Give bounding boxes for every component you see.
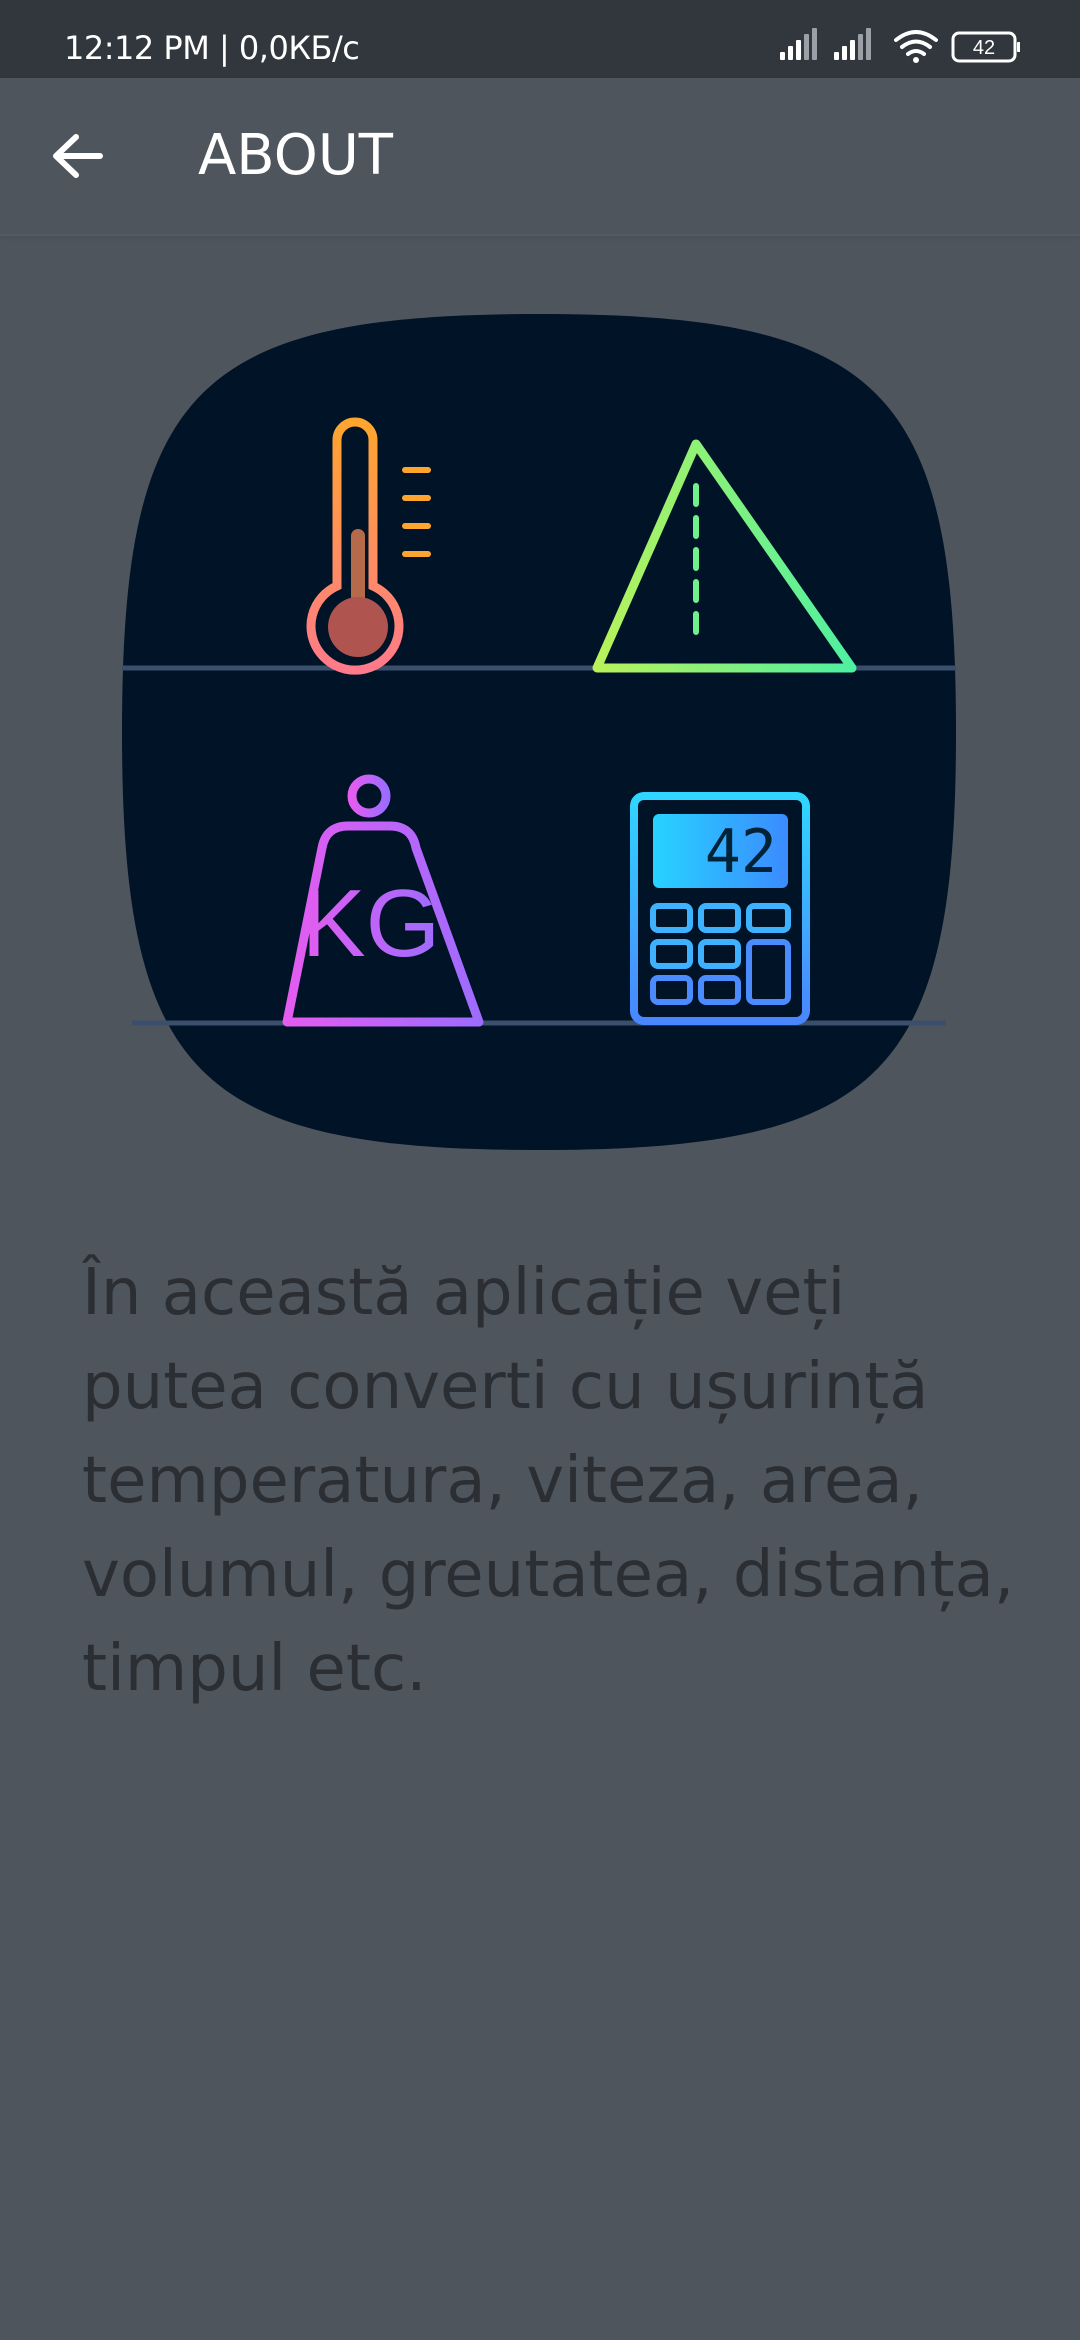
back-button[interactable] [36, 120, 120, 192]
status-icons: 42 [780, 28, 1020, 68]
signal-icon [780, 28, 817, 60]
calculator-display: 42 [705, 817, 777, 887]
weight-label: KG [302, 870, 441, 977]
app-bar: ABOUT [0, 78, 1080, 236]
page-title: ABOUT [198, 123, 394, 188]
status-time: 12:12 PM | 0,0КБ/с [64, 29, 360, 67]
battery-icon: 42 [951, 31, 1020, 63]
signal-icon [834, 28, 871, 60]
app-logo: KG 42 [122, 314, 956, 1150]
about-description: În această aplicație veți putea converti… [82, 1256, 1015, 1706]
battery-level: 42 [973, 37, 995, 59]
arrow-left-icon [53, 134, 103, 178]
wifi-icon [894, 30, 938, 63]
status-bar: 12:12 PM | 0,0КБ/с 42 [0, 0, 1080, 78]
